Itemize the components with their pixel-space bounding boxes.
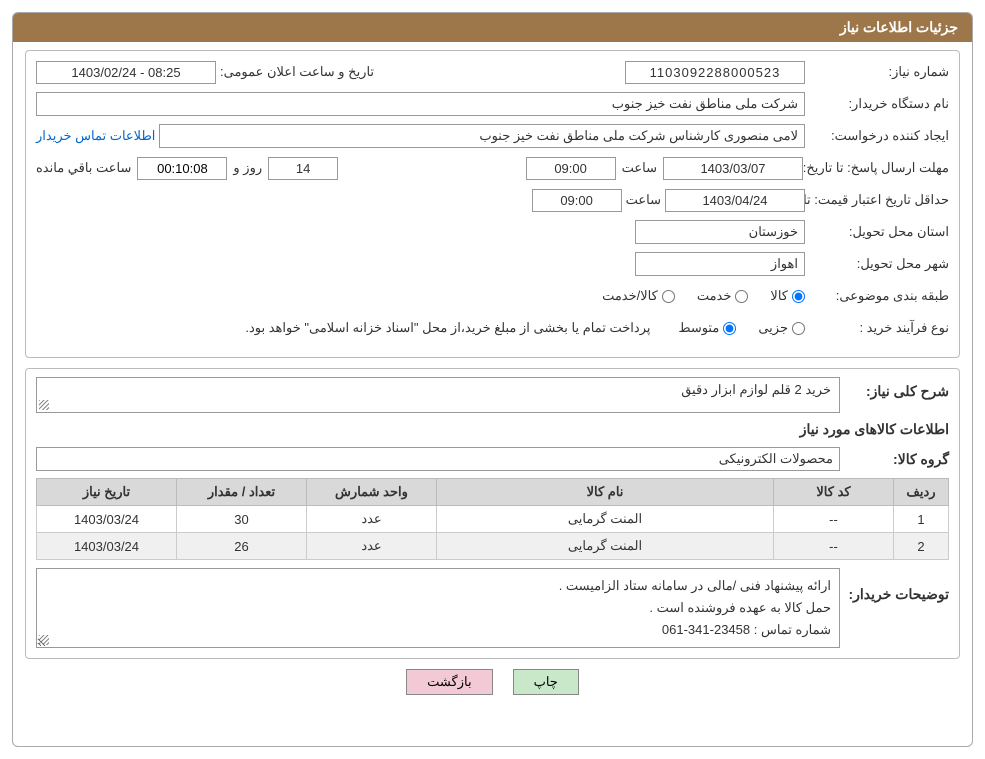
hour-label-1: ساعت — [622, 160, 657, 176]
radio-medium[interactable]: متوسط — [678, 320, 736, 336]
requester-label: ایجاد کننده درخواست: — [809, 128, 949, 144]
back-button[interactable]: بازگشت — [406, 669, 492, 695]
summary-textarea[interactable]: خرید 2 قلم لوازم ابزار دقیق — [36, 377, 840, 413]
radio-goods[interactable]: کالا — [770, 288, 805, 304]
radio-partial[interactable]: جزیی — [758, 320, 805, 336]
process-label: نوع فرآیند خرید : — [809, 320, 949, 336]
days-remaining: 14 — [268, 157, 338, 180]
table-row: 2 -- المنت گرمایی عدد 26 1403/03/24 — [37, 533, 949, 560]
panel-title: جزئیات اطلاعات نیاز — [13, 13, 972, 42]
days-and-label: روز و — [233, 160, 262, 176]
summary-text: خرید 2 قلم لوازم ابزار دقیق — [681, 382, 831, 397]
cell-qty: 30 — [177, 506, 307, 533]
province-value: خوزستان — [635, 220, 805, 244]
cell-idx: 1 — [894, 506, 949, 533]
deadline-label: مهلت ارسال پاسخ: تا تاریخ: — [809, 160, 949, 176]
cell-unit: عدد — [307, 506, 437, 533]
radio-goods-service[interactable]: کالا/خدمت — [602, 288, 675, 304]
radio-goods-service-input[interactable] — [662, 290, 675, 303]
radio-goods-label: کالا — [770, 288, 788, 304]
validity-date: 1403/04/24 — [665, 189, 805, 212]
notes-line: حمل کالا به عهده فروشنده است . — [45, 597, 831, 619]
radio-partial-input[interactable] — [792, 322, 805, 335]
product-group-value: محصولات الکترونیکی — [36, 447, 840, 471]
info-section: شماره نیاز: 1103092288000523 تاریخ و ساع… — [25, 50, 960, 358]
countdown-timer: 00:10:08 — [137, 157, 227, 180]
th-unit: واحد شمارش — [307, 479, 437, 506]
cell-qty: 26 — [177, 533, 307, 560]
details-section: شرح کلی نیاز: خرید 2 قلم لوازم ابزار دقی… — [25, 368, 960, 659]
cell-date: 1403/03/24 — [37, 533, 177, 560]
province-label: استان محل تحویل: — [809, 224, 949, 240]
cell-date: 1403/03/24 — [37, 506, 177, 533]
table-row: 1 -- المنت گرمایی عدد 30 1403/03/24 — [37, 506, 949, 533]
deadline-time: 09:00 — [526, 157, 616, 180]
th-row: ردیف — [894, 479, 949, 506]
process-description: پرداخت تمام یا بخشی از مبلغ خرید،از محل … — [245, 320, 650, 336]
items-info-title: اطلاعات کالاهای مورد نیاز — [36, 421, 949, 438]
cell-name: المنت گرمایی — [437, 533, 774, 560]
cell-unit: عدد — [307, 533, 437, 560]
product-group-label: گروه کالا: — [844, 451, 949, 468]
remaining-label: ساعت باقي مانده — [36, 160, 131, 176]
th-qty: تعداد / مقدار — [177, 479, 307, 506]
radio-medium-label: متوسط — [678, 320, 719, 336]
th-name: نام کالا — [437, 479, 774, 506]
th-code: کد کالا — [774, 479, 894, 506]
need-number-label: شماره نیاز: — [809, 64, 949, 80]
city-label: شهر محل تحویل: — [809, 256, 949, 272]
buyer-notes-textarea[interactable]: ارائه پیشنهاد فنی /مالی در سامانه ستاد ا… — [36, 568, 840, 648]
th-date: تاریخ نیاز — [37, 479, 177, 506]
main-panel: جزئیات اطلاعات نیاز شماره نیاز: 11030922… — [12, 12, 973, 747]
need-number-value: 1103092288000523 — [625, 61, 805, 84]
radio-service[interactable]: خدمت — [697, 288, 749, 304]
announce-label: تاریخ و ساعت اعلان عمومی: — [220, 64, 374, 80]
notes-line: شماره تماس : 23458-341-061 — [45, 619, 831, 641]
notes-line: ارائه پیشنهاد فنی /مالی در سامانه ستاد ا… — [45, 575, 831, 597]
radio-partial-label: جزیی — [758, 320, 788, 336]
buyer-notes-label: توضیحات خریدار: — [844, 568, 949, 603]
summary-label: شرح کلی نیاز: — [844, 377, 949, 400]
hour-label-2: ساعت — [626, 192, 661, 208]
announce-datetime: 1403/02/24 - 08:25 — [36, 61, 216, 84]
category-label: طبقه بندی موضوعی: — [809, 288, 949, 304]
cell-idx: 2 — [894, 533, 949, 560]
radio-service-label: خدمت — [697, 288, 732, 304]
buyer-org-label: نام دستگاه خریدار: — [809, 96, 949, 112]
print-button[interactable]: چاپ — [513, 669, 579, 695]
city-value: اهواز — [635, 252, 805, 276]
resize-handle-icon[interactable] — [39, 400, 49, 410]
buyer-org-value: شرکت ملی مناطق نفت خیز جنوب — [36, 92, 805, 116]
radio-medium-input[interactable] — [723, 322, 736, 335]
validity-time: 09:00 — [532, 189, 622, 212]
cell-code: -- — [774, 533, 894, 560]
cell-code: -- — [774, 506, 894, 533]
items-table: ردیف کد کالا نام کالا واحد شمارش تعداد /… — [36, 478, 949, 560]
radio-goods-input[interactable] — [792, 290, 805, 303]
validity-label: حداقل تاریخ اعتبار قیمت: تا تاریخ: — [809, 192, 949, 208]
buyer-contact-link[interactable]: اطلاعات تماس خریدار — [36, 128, 155, 144]
requester-value: لامی منصوری کارشناس شرکت ملی مناطق نفت خ… — [159, 124, 805, 148]
radio-goods-service-label: کالا/خدمت — [602, 288, 658, 304]
button-row: چاپ بازگشت — [25, 669, 960, 695]
cell-name: المنت گرمایی — [437, 506, 774, 533]
resize-handle-icon[interactable] — [39, 635, 49, 645]
radio-service-input[interactable] — [735, 290, 748, 303]
deadline-date: 1403/03/07 — [663, 157, 803, 180]
